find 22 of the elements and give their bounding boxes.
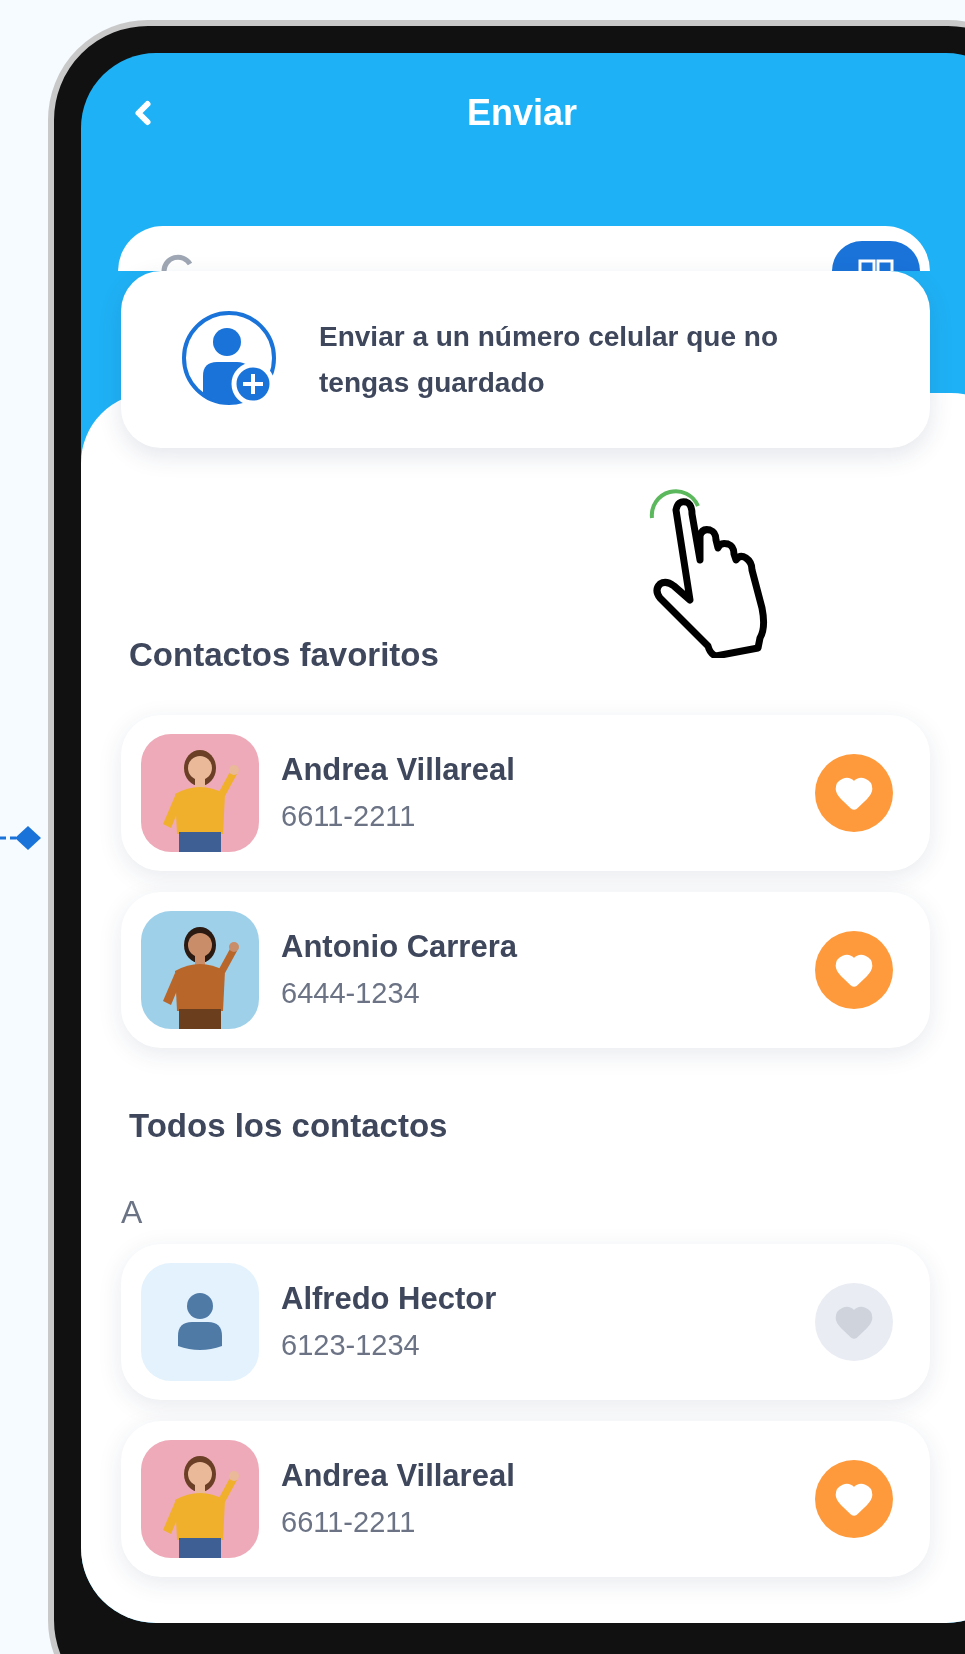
letter-header: A <box>121 1193 144 1232</box>
contact-name: Alfredo Hector <box>281 1280 498 1318</box>
contact-phone: 6611-2211 <box>281 1505 417 1540</box>
contact-phone: 6444-1234 <box>281 976 421 1011</box>
contact-phone: 6611-2211 <box>281 799 417 834</box>
qr-button[interactable] <box>832 241 920 271</box>
qr-icon <box>858 259 894 271</box>
contact-card[interactable]: Alfredo Hector 6123-1234 <box>121 1244 930 1400</box>
screen-title: Enviar <box>466 91 578 135</box>
contact-name: Andrea Villareal <box>281 751 516 789</box>
contact-card[interactable]: Andrea Villareal 6611-2211 <box>121 1421 930 1577</box>
contact-phone: 6123-1234 <box>281 1328 421 1363</box>
contact-name: Andrea Villareal <box>281 1457 516 1495</box>
person-icon <box>176 1292 224 1352</box>
new-number-dialog[interactable]: Enviar a un número celular que no tengas guardado <box>121 271 930 448</box>
section-title: Contactos favoritos <box>129 635 440 675</box>
contact-card[interactable]: Andrea Villareal 6611-2211 <box>121 715 930 871</box>
connector-drawing <box>0 823 42 853</box>
contact-card[interactable]: Antonio Carrera 6444-1234 <box>121 892 930 1048</box>
section-title: Todos los contactos <box>129 1106 449 1146</box>
contact-name: Antonio Carrera <box>281 928 519 966</box>
new-number-text: Enviar a un número celular que no tengas guardado <box>319 319 779 400</box>
